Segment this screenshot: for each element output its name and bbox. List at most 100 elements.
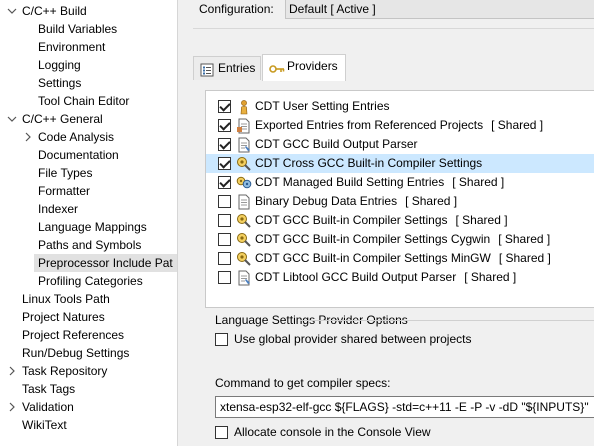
tree-item-settings[interactable]: Settings bbox=[38, 74, 81, 92]
chevron-right-icon[interactable] bbox=[22, 128, 34, 146]
tree-item-label: Validation bbox=[22, 400, 74, 414]
tree-item-label: Paths and Symbols bbox=[38, 238, 142, 252]
tree-item-environment[interactable]: Environment bbox=[38, 38, 105, 56]
compiler-icon bbox=[236, 156, 252, 172]
tab-entries[interactable]: Entries bbox=[193, 56, 261, 80]
tree-item-label: C/C++ General bbox=[22, 112, 103, 126]
tree-item-file-types[interactable]: File Types bbox=[38, 164, 92, 182]
tree-item-label: Logging bbox=[38, 58, 81, 72]
provider-checkbox[interactable] bbox=[218, 119, 231, 132]
chevron-down-icon[interactable] bbox=[6, 110, 18, 128]
provider-checkbox[interactable] bbox=[218, 138, 231, 151]
parser-document-icon bbox=[236, 137, 252, 153]
chevron-right-icon[interactable] bbox=[6, 398, 18, 416]
entries-list-icon bbox=[200, 62, 214, 84]
provider-name: CDT GCC Built-in Compiler Settings Cygwi… bbox=[255, 232, 551, 246]
tree-item-label: Documentation bbox=[38, 148, 119, 162]
compiler-specs-command-input[interactable]: xtensa-esp32-elf-gcc ${FLAGS} -std=c++11… bbox=[215, 396, 594, 418]
provider-checkbox[interactable] bbox=[218, 157, 231, 170]
allocate-console-label: Allocate console in the Console View bbox=[234, 425, 431, 439]
provider-name: CDT Cross GCC Built-in Compiler Settings bbox=[255, 156, 483, 170]
provider-name: CDT GCC Built-in Compiler Settings MinGW… bbox=[255, 251, 551, 265]
tree-item-paths-and-symbols[interactable]: Paths and Symbols bbox=[38, 236, 141, 254]
managed-build-icon bbox=[236, 175, 252, 191]
tab-label: Entries bbox=[218, 61, 256, 75]
tree-item-documentation[interactable]: Documentation bbox=[38, 146, 119, 164]
preprocessor-include-paths-page: Configuration: Default [ Active ] Entrie… bbox=[178, 0, 594, 446]
tree-item-label: Code Analysis bbox=[38, 130, 115, 144]
configuration-label: Configuration: bbox=[199, 2, 274, 16]
allocate-console-checkbox[interactable] bbox=[215, 426, 228, 439]
tree-item-wikitext[interactable]: WikiText bbox=[22, 416, 67, 434]
provider-name: Exported Entries from Referenced Project… bbox=[255, 118, 544, 132]
provider-row[interactable]: Binary Debug Data Entries[ Shared ] bbox=[206, 192, 594, 211]
provider-checkbox[interactable] bbox=[218, 271, 231, 284]
provider-row[interactable]: Exported Entries from Referenced Project… bbox=[206, 116, 594, 135]
group-divider bbox=[300, 320, 594, 321]
provider-checkbox[interactable] bbox=[218, 233, 231, 246]
tree-item-label: Settings bbox=[38, 76, 82, 90]
tree-item-linux-tools-path[interactable]: Linux Tools Path bbox=[22, 290, 110, 308]
provider-name: CDT Managed Build Setting Entries[ Share… bbox=[255, 175, 505, 189]
tree-item-language-mappings[interactable]: Language Mappings bbox=[38, 218, 147, 236]
document-icon bbox=[236, 118, 252, 134]
provider-name: CDT User Setting Entries bbox=[255, 99, 390, 113]
provider-row[interactable]: CDT Libtool GCC Build Output Parser[ Sha… bbox=[206, 268, 594, 287]
tree-item-project-references[interactable]: Project References bbox=[22, 326, 124, 344]
tree-item-logging[interactable]: Logging bbox=[38, 56, 81, 74]
provider-row-selected[interactable]: CDT Cross GCC Built-in Compiler Settings bbox=[206, 154, 594, 173]
provider-checkbox[interactable] bbox=[218, 100, 231, 113]
tree-item-preprocessor-include-paths[interactable]: Preprocessor Include Pat bbox=[34, 254, 177, 272]
tree-item-tool-chain-editor[interactable]: Tool Chain Editor bbox=[38, 92, 129, 110]
provider-name: CDT GCC Built-in Compiler Settings[ Shar… bbox=[255, 213, 508, 227]
tree-item-label: Indexer bbox=[38, 202, 79, 216]
provider-row[interactable]: CDT GCC Built-in Compiler Settings Cygwi… bbox=[206, 230, 594, 249]
document-icon bbox=[236, 194, 252, 210]
chevron-right-icon[interactable] bbox=[6, 362, 18, 380]
property-page-tree[interactable]: C/C++ Build Build Variables Environment … bbox=[0, 0, 178, 446]
tree-item-label: Task Tags bbox=[22, 382, 76, 396]
tree-item-task-tags[interactable]: Task Tags bbox=[22, 380, 75, 398]
tab-providers[interactable]: Providers bbox=[262, 54, 346, 81]
tree-item-label: Preprocessor Include Pat bbox=[38, 256, 173, 270]
separator bbox=[193, 28, 594, 29]
providers-list[interactable]: CDT User Setting Entries Exported Entrie… bbox=[205, 90, 594, 308]
compiler-icon bbox=[236, 251, 252, 267]
tree-item-label: C/C++ Build bbox=[22, 4, 87, 18]
tree-item-label: Build Variables bbox=[38, 22, 118, 36]
tree-item-label: Task Repository bbox=[22, 364, 108, 378]
use-global-provider-checkbox[interactable] bbox=[215, 333, 228, 346]
tree-item-label: File Types bbox=[38, 166, 93, 180]
tree-item-label: Run/Debug Settings bbox=[22, 346, 130, 360]
provider-checkbox[interactable] bbox=[218, 214, 231, 227]
provider-checkbox[interactable] bbox=[218, 195, 231, 208]
chevron-down-icon[interactable] bbox=[6, 2, 18, 20]
provider-row[interactable]: CDT GCC Build Output Parser bbox=[206, 135, 594, 154]
tree-item-label: Project References bbox=[22, 328, 125, 342]
provider-checkbox[interactable] bbox=[218, 252, 231, 265]
compiler-icon bbox=[236, 232, 252, 248]
provider-row[interactable]: CDT GCC Built-in Compiler Settings[ Shar… bbox=[206, 211, 594, 230]
provider-row[interactable]: CDT GCC Built-in Compiler Settings MinGW… bbox=[206, 249, 594, 268]
tree-item-label: Language Mappings bbox=[38, 220, 147, 234]
provider-row[interactable]: CDT User Setting Entries bbox=[206, 97, 594, 116]
tree-item-profiling-categories[interactable]: Profiling Categories bbox=[38, 272, 143, 290]
tree-item-run-debug-settings[interactable]: Run/Debug Settings bbox=[22, 344, 129, 362]
configuration-select[interactable]: Default [ Active ] bbox=[285, 0, 594, 19]
tree-item-label: WikiText bbox=[22, 418, 67, 432]
tree-item-build-variables[interactable]: Build Variables bbox=[38, 20, 117, 38]
tree-item-label: Tool Chain Editor bbox=[38, 94, 130, 108]
tree-item-label: Profiling Categories bbox=[38, 274, 143, 288]
tree-item-label: Environment bbox=[38, 40, 106, 54]
use-global-provider-label: Use global provider shared between proje… bbox=[234, 332, 472, 346]
command-label: Command to get compiler specs: bbox=[215, 376, 391, 390]
tree-item-label: Formatter bbox=[38, 184, 91, 198]
tree-item-formatter[interactable]: Formatter bbox=[38, 182, 90, 200]
compiler-icon bbox=[236, 213, 252, 229]
provider-row[interactable]: CDT Managed Build Setting Entries[ Share… bbox=[206, 173, 594, 192]
tree-item-indexer[interactable]: Indexer bbox=[38, 200, 78, 218]
parser-document-icon bbox=[236, 270, 252, 286]
tree-item-project-natures[interactable]: Project Natures bbox=[22, 308, 105, 326]
provider-checkbox[interactable] bbox=[218, 176, 231, 189]
provider-name: CDT GCC Build Output Parser bbox=[255, 137, 418, 151]
